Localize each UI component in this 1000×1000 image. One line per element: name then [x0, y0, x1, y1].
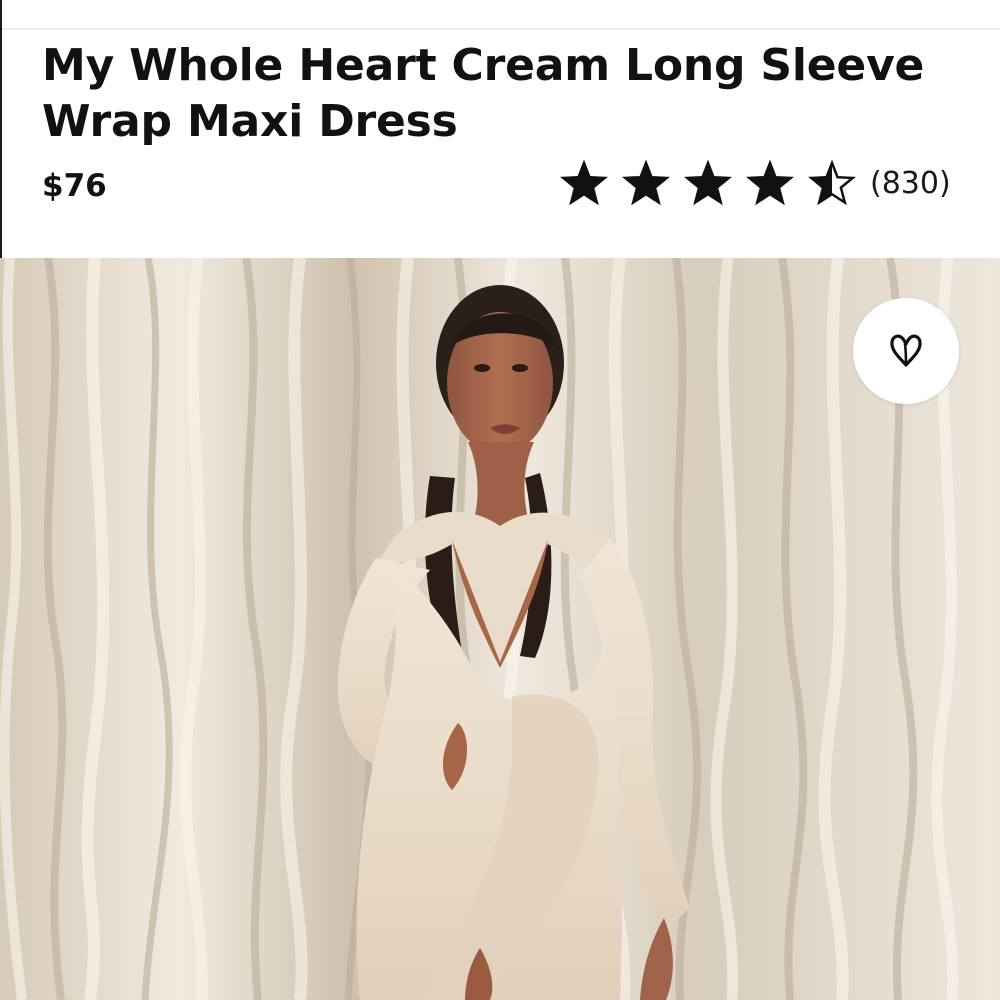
product-price: $76 [42, 168, 107, 204]
product-photo [0, 258, 1000, 1000]
product-page: My Whole Heart Cream Long Sleeve Wrap Ma… [0, 0, 1000, 1000]
left-edge [0, 0, 2, 258]
star-half-icon [808, 160, 856, 206]
product-image[interactable] [0, 258, 1000, 1000]
heart-icon [890, 334, 922, 367]
wishlist-button[interactable] [853, 298, 959, 404]
product-title: My Whole Heart Cream Long Sleeve Wrap Ma… [42, 40, 925, 147]
star-full-icon [560, 160, 608, 206]
star-full-icon [746, 160, 794, 206]
top-divider [0, 28, 1000, 30]
review-count[interactable]: (830) [870, 160, 951, 208]
product-rating[interactable]: (830) [560, 160, 951, 208]
rating-stars[interactable] [560, 160, 870, 208]
star-full-icon [684, 160, 732, 206]
star-full-icon [622, 160, 670, 206]
